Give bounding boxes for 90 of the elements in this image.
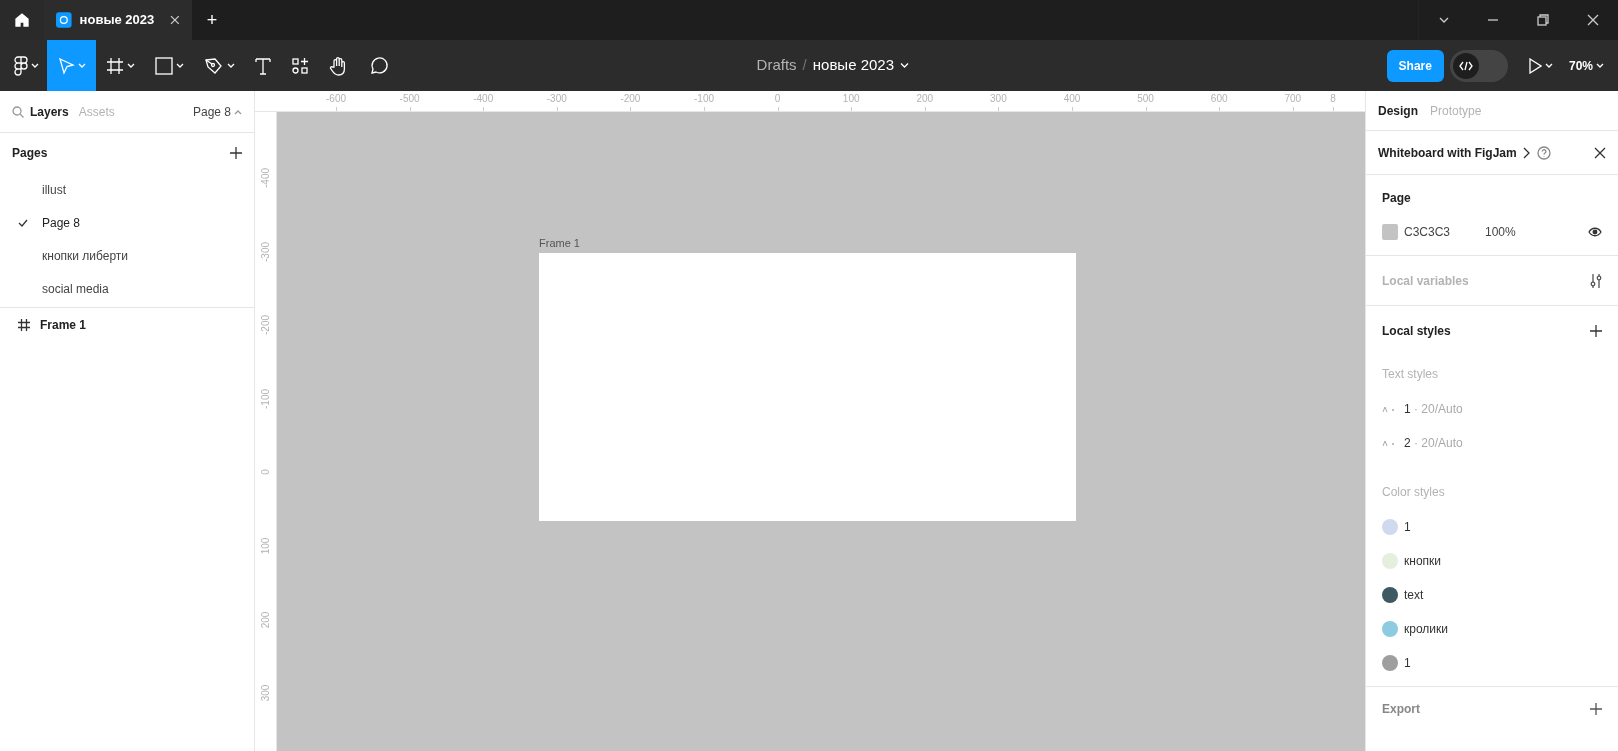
- section-title: Page: [1382, 190, 1411, 207]
- frame-icon: [18, 318, 30, 331]
- folder-link[interactable]: Drafts: [756, 54, 797, 77]
- ruler-label: 700: [1284, 94, 1302, 104]
- add-icon[interactable]: [230, 147, 242, 159]
- check-icon: [18, 219, 28, 228]
- color-hex-value[interactable]: C3C3C3: [1404, 223, 1479, 241]
- zoom-menu[interactable]: 70%: [1560, 40, 1612, 91]
- close-icon[interactable]: [1594, 146, 1606, 159]
- text-style-item[interactable]: 1 · 20/Auto: [1366, 392, 1618, 426]
- code-icon: [1458, 60, 1473, 71]
- ruler-label: 0: [774, 94, 781, 104]
- cursor-icon: [57, 56, 75, 75]
- page-item[interactable]: кнопки либерти: [0, 239, 254, 272]
- ruler-label: 100: [842, 94, 860, 104]
- home-icon: [15, 13, 29, 27]
- ruler-label: 200: [261, 611, 271, 628]
- ruler-label: 200: [916, 94, 934, 104]
- panel-tab[interactable]: Design: [1378, 101, 1418, 120]
- comment-icon: [369, 55, 389, 76]
- caret-icon: [176, 62, 184, 69]
- ruler-label: 100: [261, 537, 271, 555]
- ruler-label: 8: [1330, 94, 1336, 104]
- frame-label[interactable]: Frame 1: [539, 235, 580, 252]
- opacity-value[interactable]: 100%: [1485, 223, 1516, 241]
- file-tab[interactable]: новые 2023: [44, 0, 192, 40]
- play-icon: [1527, 57, 1542, 74]
- ruler-label: -600: [326, 94, 346, 104]
- layer-item[interactable]: Frame 1: [0, 308, 254, 341]
- text-icon: [255, 56, 271, 75]
- ruler-label: -200: [620, 94, 641, 104]
- ruler-label: -200: [261, 315, 271, 336]
- add-icon[interactable]: [1590, 703, 1602, 715]
- panel-tab[interactable]: Layers: [30, 102, 69, 121]
- file-icon: [56, 12, 72, 28]
- add-icon[interactable]: [1590, 325, 1602, 337]
- dev-mode-toggle[interactable]: [1449, 49, 1508, 82]
- caret-icon: [1544, 62, 1553, 69]
- ruler-label: 400: [1063, 94, 1081, 104]
- color-style-item[interactable]: кролики: [1366, 612, 1618, 646]
- ruler-label: 300: [261, 684, 271, 702]
- caret-icon: [227, 62, 235, 69]
- caret-icon: [31, 62, 39, 69]
- chevron-right-icon[interactable]: [1522, 146, 1531, 159]
- color-style-item[interactable]: кнопки: [1366, 544, 1618, 578]
- pen-icon: [204, 56, 224, 75]
- ruler-label: -300: [261, 241, 271, 262]
- section-title: Local styles: [1382, 323, 1451, 340]
- section-title: Local variables: [1382, 272, 1469, 290]
- sliders-icon[interactable]: [1590, 272, 1602, 289]
- ruler-label: -100: [261, 388, 271, 409]
- rectangle-icon: [155, 56, 173, 75]
- eye-icon[interactable]: [1588, 227, 1602, 237]
- ruler-label: -500: [399, 94, 420, 104]
- page-selector[interactable]: Page 8: [192, 102, 242, 121]
- caret-icon[interactable]: [900, 62, 910, 69]
- page-item[interactable]: Page 8: [0, 206, 254, 239]
- frame-icon: [106, 56, 124, 75]
- color-style-item[interactable]: 1: [1366, 646, 1618, 680]
- caret-icon: [234, 108, 242, 115]
- text-style-item[interactable]: 2 · 20/Auto: [1366, 426, 1618, 460]
- ruler-label: 0: [261, 469, 271, 476]
- breadcrumb-separator: /: [802, 55, 807, 76]
- ruler-label: -100: [694, 94, 714, 104]
- page-item[interactable]: social media: [0, 272, 254, 305]
- section-title: Pages: [12, 145, 48, 162]
- ruler-label: 500: [1137, 94, 1154, 104]
- figma-logo-icon: [14, 55, 28, 76]
- caret-icon: [78, 62, 86, 69]
- page-item[interactable]: illust: [0, 173, 254, 206]
- file-name[interactable]: новые 2023: [812, 54, 895, 77]
- subsection-title: Color styles: [1382, 484, 1445, 501]
- caret-icon: [127, 62, 135, 69]
- subsection-title: Text styles: [1382, 366, 1438, 383]
- new-tab-button[interactable]: +: [192, 0, 232, 40]
- section-title: Export: [1382, 701, 1420, 718]
- ruler-label: -400: [261, 168, 271, 188]
- restore-icon[interactable]: [1536, 13, 1550, 27]
- ruler-label: -300: [546, 94, 567, 104]
- color-swatch[interactable]: [1382, 224, 1398, 240]
- color-style-item[interactable]: text: [1366, 578, 1618, 612]
- banner-text: Whiteboard with FigJam: [1378, 144, 1517, 162]
- caret-icon: [1596, 62, 1604, 69]
- help-icon[interactable]: [1536, 145, 1551, 160]
- ruler-label: 600: [1210, 94, 1228, 104]
- ruler-label: -400: [473, 94, 494, 104]
- shapes-icon: [291, 56, 309, 75]
- search-icon[interactable]: [12, 105, 24, 118]
- ruler-label: 300: [990, 94, 1007, 104]
- color-style-item[interactable]: 1: [1366, 510, 1618, 544]
